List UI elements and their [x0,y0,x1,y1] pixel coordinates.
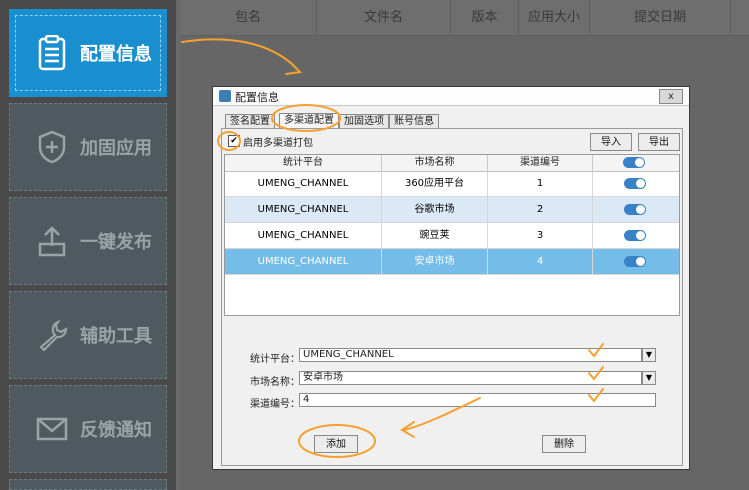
envelope-icon [32,409,72,449]
channel-table: 统计平台 市场名称 渠道编号 UMENG_CHANNEL 360应用平台 1 U… [224,154,680,316]
cell-market: 360应用平台 [382,171,488,196]
row-toggle-switch[interactable] [624,204,646,215]
multichannel-panel: ✔ 启用多渠道打包 导入 导出 统计平台 市场名称 渠道编号 UMENG_CHA… [221,128,683,466]
upload-tray-icon [32,221,72,261]
column-package[interactable]: 包名 [180,0,317,35]
sidebar: 配置信息 加固应用 一键发布 辅助工具 反馈通知 [0,0,176,490]
import-button[interactable]: 导入 [590,133,632,151]
toggle-all-switch[interactable] [623,157,645,168]
sidebar-item-label: 反馈通知 [80,420,152,441]
cell-market: 谷歌市场 [382,197,488,222]
header-channel: 渠道编号 [488,155,593,171]
platform-select[interactable]: UMENG_CHANNEL [299,348,642,362]
table-row-selected[interactable]: UMENG_CHANNEL 安卓市场 4 [225,249,679,275]
sidebar-item-more[interactable] [9,479,167,490]
delete-button[interactable]: 删除 [542,435,586,453]
market-select[interactable]: 安卓市场 [299,371,642,385]
tab-signing[interactable]: 签名配置 [225,114,275,129]
tab-harden-options[interactable]: 加固选项 [339,114,389,129]
tab-multichannel[interactable]: 多渠道配置 [279,113,339,129]
header-toggle [593,155,679,171]
sidebar-item-label: 辅助工具 [80,326,152,347]
cell-platform: UMENG_CHANNEL [225,249,382,274]
cell-channel: 3 [488,223,593,248]
sidebar-item-config[interactable]: 配置信息 [9,9,167,97]
dialog-titlebar: 配置信息 x [213,87,689,106]
chevron-down-icon[interactable]: ▼ [642,348,656,362]
row-toggle-switch[interactable] [624,178,646,189]
sidebar-item-tools[interactable]: 辅助工具 [9,291,167,379]
column-version[interactable]: 版本 [451,0,519,35]
cell-channel: 4 [488,249,593,274]
close-button[interactable]: x [659,89,683,104]
row-toggle-switch[interactable] [624,230,646,241]
dialog-title: 配置信息 [235,91,279,104]
cell-platform: UMENG_CHANNEL [225,197,382,222]
column-size[interactable]: 应用大小 [519,0,590,35]
config-dialog: 配置信息 x 签名配置 多渠道配置 加固选项 账号信息 ✔ 启用多渠道打包 导入… [212,86,690,470]
sidebar-item-harden[interactable]: 加固应用 [9,103,167,191]
table-header: 统计平台 市场名称 渠道编号 [225,155,679,172]
tab-account[interactable]: 账号信息 [389,114,439,129]
wrench-icon [32,315,72,355]
shield-plus-icon [32,127,72,167]
app-icon [219,90,231,102]
market-label: 市场名称： [250,377,300,388]
channel-input[interactable]: 4 [299,393,656,407]
cell-platform: UMENG_CHANNEL [225,171,382,196]
table-row[interactable]: UMENG_CHANNEL 360应用平台 1 [225,171,679,197]
header-market: 市场名称 [382,155,488,171]
enable-multichannel-label: 启用多渠道打包 [243,138,313,149]
sidebar-item-label: 加固应用 [80,138,152,159]
grid-header: 包名 文件名 版本 应用大小 提交日期 [180,0,749,36]
cell-channel: 1 [488,171,593,196]
platform-label: 统计平台： [250,354,300,365]
clipboard-icon [32,33,72,73]
header-platform: 统计平台 [225,155,382,171]
add-button[interactable]: 添加 [314,435,358,453]
sidebar-item-publish[interactable]: 一键发布 [9,197,167,285]
sidebar-item-feedback[interactable]: 反馈通知 [9,385,167,473]
cell-market: 安卓市场 [382,249,488,274]
table-row[interactable]: UMENG_CHANNEL 谷歌市场 2 [225,197,679,223]
channel-label: 渠道编号： [250,399,300,410]
table-row[interactable]: UMENG_CHANNEL 豌豆荚 3 [225,223,679,249]
enable-multichannel-checkbox[interactable]: ✔ [228,135,240,147]
chevron-down-icon[interactable]: ▼ [642,371,656,385]
column-date[interactable]: 提交日期 [590,0,731,35]
column-filename[interactable]: 文件名 [317,0,451,35]
cell-channel: 2 [488,197,593,222]
cell-market: 豌豆荚 [382,223,488,248]
row-toggle-switch[interactable] [624,256,646,267]
cell-platform: UMENG_CHANNEL [225,223,382,248]
export-button[interactable]: 导出 [638,133,680,151]
sidebar-item-label: 配置信息 [80,44,152,65]
sidebar-item-label: 一键发布 [80,232,152,253]
